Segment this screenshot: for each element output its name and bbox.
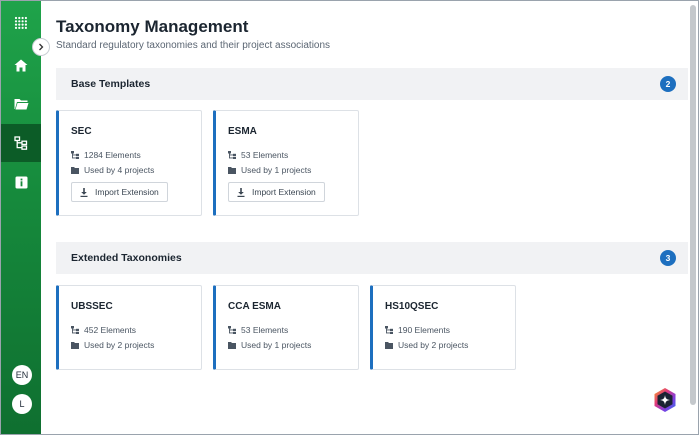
page-subtitle: Standard regulatory taxonomies and their… — [56, 40, 331, 51]
elements-count: 1284 Elements — [71, 150, 141, 160]
app-window: EN L Taxonomy Management Standard regula… — [0, 0, 699, 435]
usage-count: Used by 1 projects — [228, 340, 311, 350]
usage-count: Used by 1 projects — [228, 165, 311, 175]
download-icon — [80, 187, 88, 197]
count-badge: 2 — [660, 76, 676, 92]
section-title: Extended Taxonomies — [71, 252, 182, 264]
assistant-sparkle-icon[interactable] — [652, 387, 678, 413]
download-icon — [237, 187, 245, 197]
section-header-extended-taxonomies[interactable]: Extended Taxonomies 3 — [56, 242, 688, 274]
usage-count: Used by 2 projects — [71, 340, 154, 350]
elements-count: 452 Elements — [71, 325, 136, 335]
card-title: ESMA — [228, 126, 257, 137]
taxonomy-card-hs10qsec[interactable]: HS10QSEC 190 Elements Used by 2 projects — [370, 285, 516, 370]
taxonomy-card-sec[interactable]: SEC 1284 Elements Used by 4 projects Imp… — [56, 110, 202, 216]
hierarchy-icon — [228, 326, 236, 334]
section-header-base-templates[interactable]: Base Templates 2 — [56, 68, 688, 100]
taxonomy-card-esma[interactable]: ESMA 53 Elements Used by 1 projects Impo… — [213, 110, 359, 216]
folder-icon — [228, 166, 236, 174]
vertical-scrollbar[interactable] — [690, 5, 696, 405]
taxonomy-card-ubssec[interactable]: UBSSEC 452 Elements Used by 2 projects — [56, 285, 202, 370]
sidebar: EN L — [1, 1, 41, 434]
chevron-right-icon — [39, 43, 44, 51]
folder-icon — [71, 341, 79, 349]
taxonomy-card-cca-esma[interactable]: CCA ESMA 53 Elements Used by 1 projects — [213, 285, 359, 370]
main-content: Taxonomy Management Standard regulatory … — [41, 1, 698, 434]
hierarchy-icon — [71, 326, 79, 334]
folder-icon — [228, 341, 236, 349]
page-title: Taxonomy Management — [56, 17, 249, 36]
elements-count: 53 Elements — [228, 325, 288, 335]
usage-count: Used by 4 projects — [71, 165, 154, 175]
section-title: Base Templates — [71, 78, 151, 90]
card-title: CCA ESMA — [228, 301, 281, 312]
info-icon[interactable] — [1, 163, 41, 201]
usage-count: Used by 2 projects — [385, 340, 468, 350]
hierarchy-icon — [385, 326, 393, 334]
card-title: UBSSEC — [71, 301, 113, 312]
folder-icon — [71, 166, 79, 174]
card-title: HS10QSEC — [385, 301, 439, 312]
count-badge: 3 — [660, 250, 676, 266]
import-extension-button[interactable]: Import Extension — [228, 182, 325, 202]
taxonomy-tree-icon[interactable] — [1, 124, 41, 162]
sidebar-expand-button[interactable] — [32, 38, 50, 56]
folder-icon[interactable] — [1, 85, 41, 123]
user-avatar[interactable]: L — [12, 394, 32, 414]
hierarchy-icon — [228, 151, 236, 159]
import-extension-button[interactable]: Import Extension — [71, 182, 168, 202]
language-switcher[interactable]: EN — [12, 365, 32, 385]
elements-count: 190 Elements — [385, 325, 450, 335]
elements-count: 53 Elements — [228, 150, 288, 160]
card-title: SEC — [71, 126, 92, 137]
apps-grid-icon[interactable] — [1, 4, 41, 42]
hierarchy-icon — [71, 151, 79, 159]
folder-icon — [385, 341, 393, 349]
